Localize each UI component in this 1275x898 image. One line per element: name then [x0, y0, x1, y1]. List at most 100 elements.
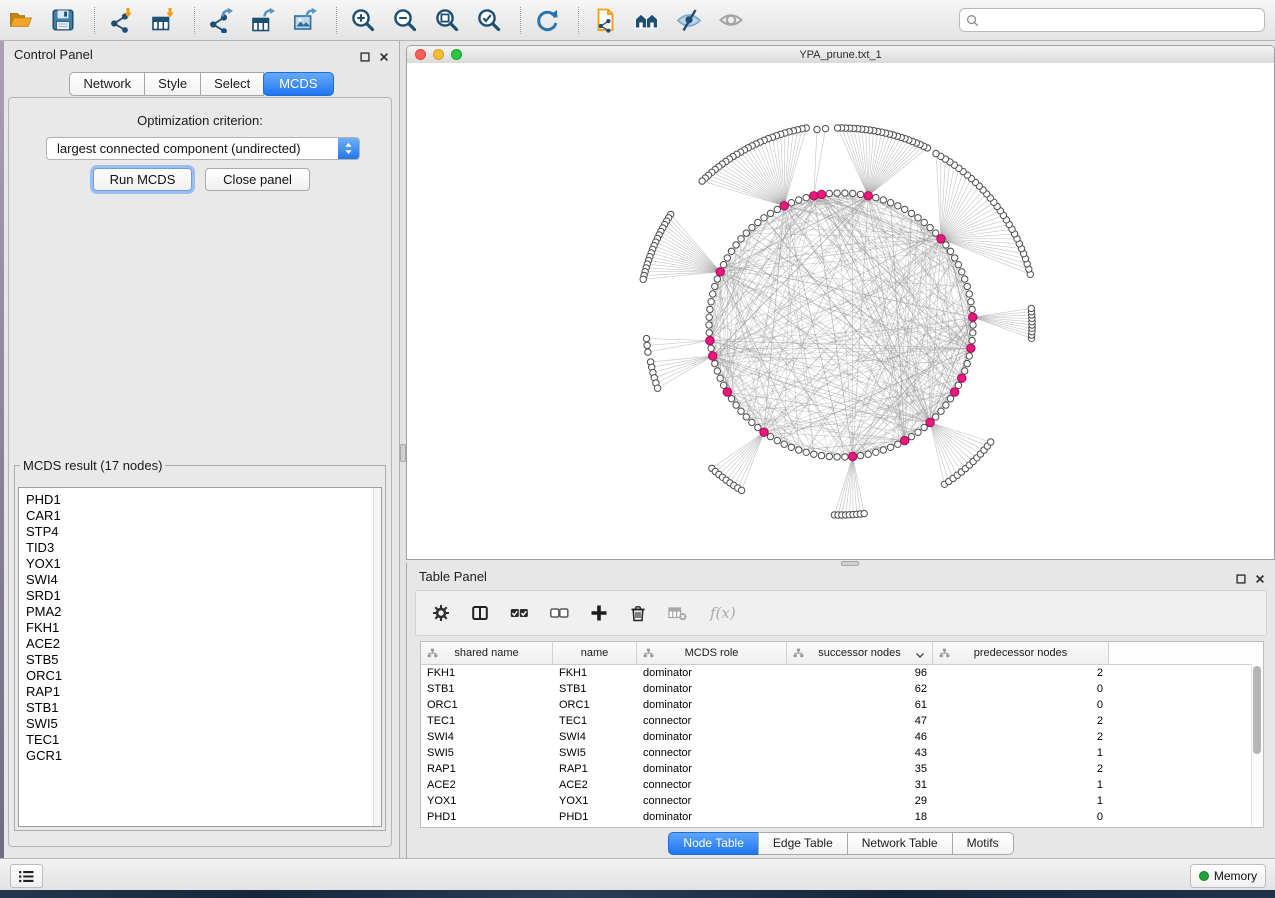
window-zoom-button[interactable]	[451, 49, 462, 60]
zoom-out-button[interactable]	[390, 4, 422, 36]
show-columns-button[interactable]	[469, 601, 491, 625]
mcds-result-item[interactable]: GCR1	[26, 748, 381, 764]
save-session-button[interactable]	[48, 4, 80, 36]
table-cell: connector	[637, 745, 787, 761]
table-row[interactable]: FKH1FKH1dominator962	[421, 665, 1263, 681]
zoom-fit-button[interactable]	[432, 4, 464, 36]
mcds-result-item[interactable]: SWI4	[26, 572, 381, 588]
first-neighbors-button[interactable]	[632, 4, 664, 36]
import-network-button[interactable]	[106, 4, 138, 36]
mcds-result-item[interactable]: SWI5	[26, 716, 381, 732]
float-panel-icon[interactable]	[1236, 571, 1246, 581]
tab-edge-table[interactable]: Edge Table	[758, 832, 848, 855]
table-cell: ORC1	[421, 697, 553, 713]
mcds-result-item[interactable]: PMA2	[26, 604, 381, 620]
search-input[interactable]	[984, 12, 1258, 28]
tab-node-table[interactable]: Node Table	[668, 832, 759, 855]
tab-select[interactable]: Select	[200, 72, 264, 96]
mcds-result-item[interactable]: ORC1	[26, 668, 381, 684]
close-panel-icon[interactable]	[379, 49, 389, 59]
mcds-result-item[interactable]: RAP1	[26, 684, 381, 700]
mcds-result-item[interactable]: ACE2	[26, 636, 381, 652]
delete-table-button[interactable]	[666, 601, 689, 625]
mcds-result-item[interactable]: PHD1	[26, 492, 381, 508]
criterion-select[interactable]: largest connected component (undirected)	[46, 137, 360, 160]
import-table-button[interactable]	[148, 4, 180, 36]
mcds-result-item[interactable]: TID3	[26, 540, 381, 556]
zoom-in-button[interactable]	[348, 4, 380, 36]
import-table-icon	[150, 7, 176, 33]
table-cell: 29	[787, 793, 933, 809]
table-row[interactable]: RAP1RAP1dominator352	[421, 761, 1263, 777]
mcds-result-item[interactable]: FKH1	[26, 620, 381, 636]
tab-network[interactable]: Network	[69, 72, 145, 96]
table-row[interactable]: SWI4SWI4dominator462	[421, 729, 1263, 745]
network-window-title: YPA_prune.txt_1	[799, 49, 881, 61]
close-panel-icon[interactable]	[1255, 571, 1265, 581]
network-nodes[interactable]	[640, 125, 1035, 518]
mcds-list-scrollbar[interactable]	[373, 488, 381, 826]
mcds-result-item[interactable]: STB1	[26, 700, 381, 716]
table-cell: 2	[933, 665, 1109, 681]
table-header-row: shared namename MCDS role successor nodesp…	[421, 642, 1263, 665]
tab-mcds[interactable]: MCDS	[263, 72, 333, 96]
deselect-all-button[interactable]	[548, 601, 571, 625]
export-table-button[interactable]	[248, 4, 280, 36]
network-window-titlebar[interactable]: YPA_prune.txt_1	[407, 46, 1274, 64]
table-scrollbar[interactable]	[1251, 664, 1263, 827]
table-row[interactable]: ACE2ACE2connector311	[421, 777, 1263, 793]
window-close-button[interactable]	[415, 49, 426, 60]
hide-selected-button[interactable]	[674, 4, 706, 36]
table-row[interactable]: PHD1PHD1dominator180	[421, 809, 1263, 825]
export-network-button[interactable]	[206, 4, 238, 36]
run-mcds-button[interactable]: Run MCDS	[93, 168, 192, 191]
mcds-result-item[interactable]: SRD1	[26, 588, 381, 604]
mcds-result-item[interactable]: CAR1	[26, 508, 381, 524]
table-row[interactable]: SWI5SWI5connector431	[421, 745, 1263, 761]
column-header-predecessor-nodes[interactable]: predecessor nodes	[933, 642, 1109, 664]
tab-network-table[interactable]: Network Table	[847, 832, 953, 855]
table-mode-button[interactable]	[430, 601, 452, 625]
open-file-button[interactable]	[6, 4, 38, 36]
table-cell: ACE2	[553, 777, 637, 793]
network-from-selection-button[interactable]	[590, 4, 622, 36]
memory-button[interactable]: Memory	[1190, 864, 1266, 888]
close-panel-button[interactable]: Close panel	[205, 168, 310, 191]
zoom-selected-button[interactable]	[474, 4, 506, 36]
function-builder-button[interactable]: f(x)	[706, 601, 740, 625]
export-image-button[interactable]	[290, 4, 322, 36]
export-table-icon	[250, 7, 276, 33]
mcds-result-item[interactable]: TEC1	[26, 732, 381, 748]
show-panels-button[interactable]	[10, 864, 43, 888]
table-row[interactable]: STB1STB1dominator620	[421, 681, 1263, 697]
table-row[interactable]: ORC1ORC1dominator610	[421, 697, 1263, 713]
column-header-shared-name[interactable]: shared name	[421, 642, 553, 664]
table-cell: dominator	[637, 665, 787, 681]
table-row[interactable]: TEC1TEC1connector472	[421, 713, 1263, 729]
tab-style[interactable]: Style	[144, 72, 201, 96]
table-cell: dominator	[637, 729, 787, 745]
scrollbar-thumb[interactable]	[1253, 666, 1261, 754]
window-minimize-button[interactable]	[433, 49, 444, 60]
column-label: MCDS role	[685, 647, 739, 659]
namespace-tree-icon	[793, 648, 804, 661]
network-view[interactable]	[407, 63, 1274, 559]
create-column-icon	[590, 604, 608, 622]
column-header-name[interactable]: name	[553, 642, 637, 664]
mcds-result-item[interactable]: YOX1	[26, 556, 381, 572]
show-all-button[interactable]	[716, 4, 748, 36]
column-header-successor-nodes[interactable]: successor nodes	[787, 642, 933, 664]
refresh-network-button[interactable]	[532, 4, 564, 36]
select-all-button[interactable]	[508, 601, 531, 625]
column-header-MCDS-role[interactable]: MCDS role	[637, 642, 787, 664]
create-column-button[interactable]	[588, 601, 610, 625]
splitter-grip[interactable]	[841, 561, 859, 566]
mcds-result-item[interactable]: STB5	[26, 652, 381, 668]
mcds-result-list[interactable]: PHD1CAR1STP4TID3YOX1SWI4SRD1PMA2FKH1ACE2…	[18, 487, 382, 827]
mcds-result-item[interactable]: STP4	[26, 524, 381, 540]
table-cell: 61	[787, 697, 933, 713]
float-panel-icon[interactable]	[360, 49, 370, 59]
tab-motifs[interactable]: Motifs	[952, 832, 1014, 855]
delete-columns-button[interactable]	[627, 601, 649, 625]
table-row[interactable]: YOX1YOX1connector291	[421, 793, 1263, 809]
